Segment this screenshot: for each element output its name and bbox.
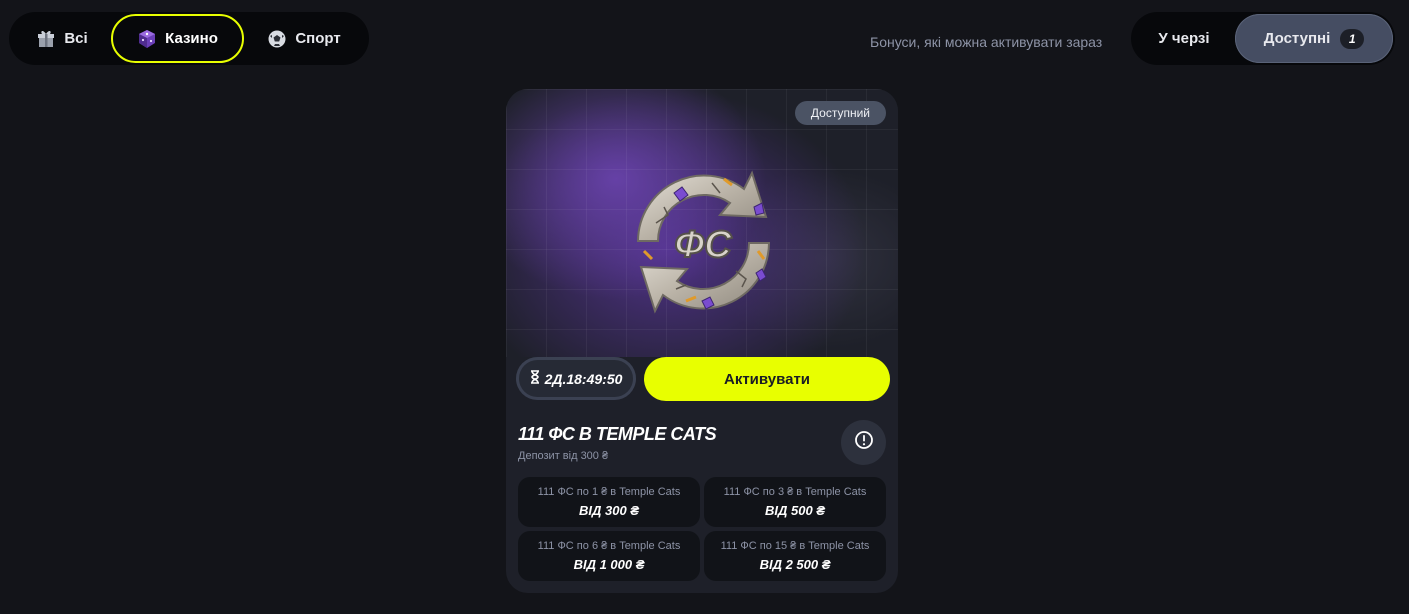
- available-count-badge: 1: [1340, 28, 1365, 49]
- hourglass-icon: [530, 370, 540, 387]
- tab-casino-label: Казино: [165, 30, 218, 47]
- tab-available[interactable]: Доступні 1: [1235, 14, 1393, 63]
- tab-queue[interactable]: У черзі: [1133, 14, 1235, 63]
- countdown-value: 2Д.18:49:50: [544, 370, 623, 387]
- tier-description: 111 ФС по 6 ₴ в Temple Cats: [537, 540, 681, 552]
- bonus-tier: 111 ФС по 6 ₴ в Temple Cats ВІД 1 000 ₴: [518, 531, 700, 581]
- tier-description: 111 ФС по 15 ₴ в Temple Cats: [720, 540, 870, 552]
- soccer-ball-icon: [267, 29, 287, 49]
- free-spins-emblem-icon: ФС: [616, 151, 791, 336]
- tier-description: 111 ФС по 3 ₴ в Temple Cats: [723, 486, 867, 498]
- tier-description: 111 ФС по 1 ₴ в Temple Cats: [537, 486, 681, 498]
- info-icon: [854, 430, 874, 455]
- tab-sport-label: Спорт: [295, 30, 341, 47]
- status-badge: Доступний: [794, 101, 886, 125]
- tier-amount: ВІД 500 ₴: [765, 503, 825, 518]
- bonus-title: 111 ФС В TEMPLE CATS: [518, 424, 717, 444]
- bonus-hero-image: ФС Доступний: [506, 89, 898, 357]
- bonus-card: ФС Доступний 2Д.18:49:50 Активувати 111 …: [506, 89, 898, 593]
- bonus-tier: 111 ФС по 15 ₴ в Temple Cats ВІД 2 500 ₴: [704, 531, 886, 581]
- countdown-timer: 2Д.18:49:50: [516, 357, 636, 400]
- category-tabs: Всі Казино Спорт: [9, 12, 369, 65]
- gift-icon: [36, 29, 56, 49]
- tier-amount: ВІД 300 ₴: [579, 503, 639, 518]
- bonus-tier: 111 ФС по 3 ₴ в Temple Cats ВІД 500 ₴: [704, 477, 886, 527]
- tab-all[interactable]: Всі: [13, 14, 111, 63]
- tab-sport[interactable]: Спорт: [244, 14, 364, 63]
- emblem-text: ФС: [674, 224, 732, 266]
- filter-caption: Бонуси, які можна активувати зараз: [870, 34, 1103, 50]
- tab-available-label: Доступні: [1263, 30, 1331, 47]
- tier-amount: ВІД 1 000 ₴: [573, 557, 645, 572]
- tab-all-label: Всі: [64, 30, 88, 47]
- bonus-subtitle: Депозит від 300 ₴: [518, 450, 609, 462]
- activate-button[interactable]: Активувати: [644, 357, 890, 401]
- tier-amount: ВІД 2 500 ₴: [759, 557, 831, 572]
- bonus-tier: 111 ФС по 1 ₴ в Temple Cats ВІД 300 ₴: [518, 477, 700, 527]
- tab-queue-label: У черзі: [1158, 30, 1210, 47]
- dice-icon: [137, 29, 157, 49]
- info-button[interactable]: [841, 420, 886, 465]
- availability-switch: У черзі Доступні 1: [1131, 12, 1395, 65]
- tab-casino[interactable]: Казино: [111, 14, 244, 63]
